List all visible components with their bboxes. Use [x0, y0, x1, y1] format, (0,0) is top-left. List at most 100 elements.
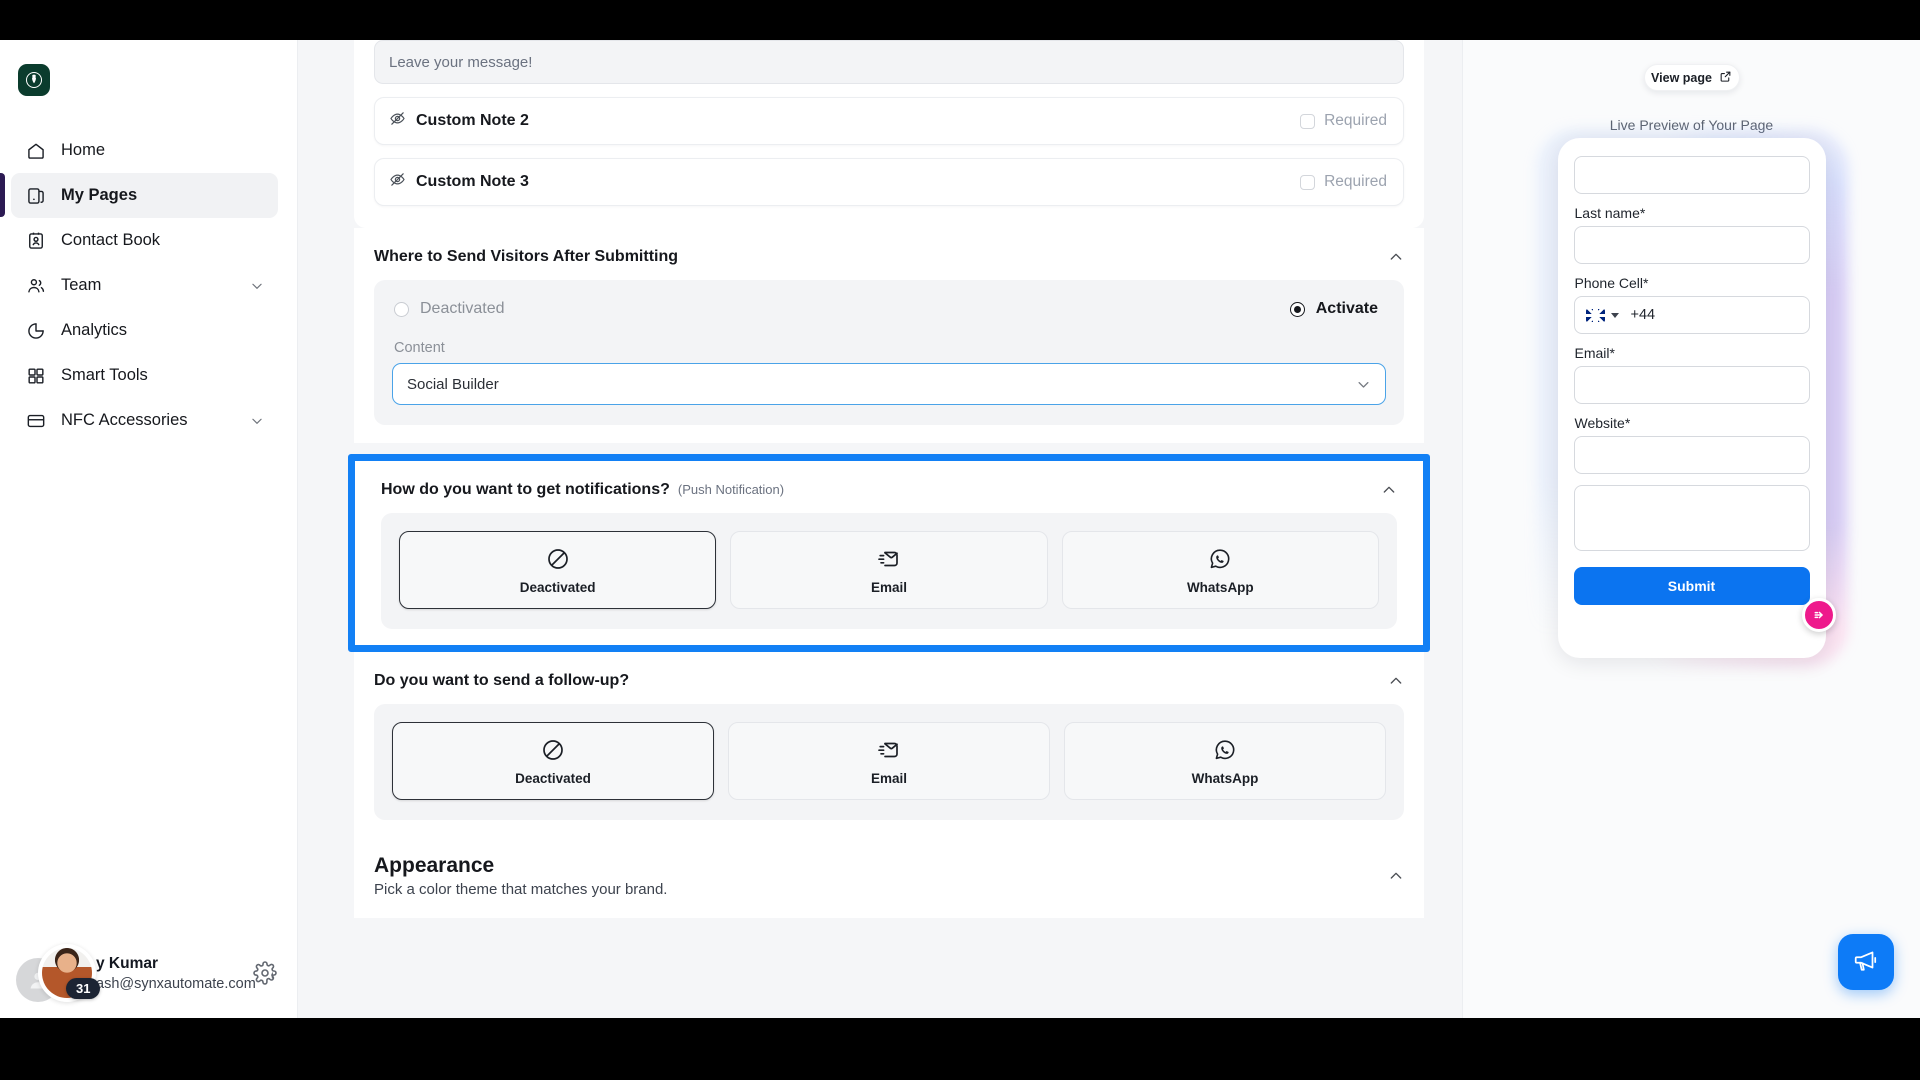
view-page-label: View page: [1651, 70, 1712, 85]
starbucks-logo[interactable]: [18, 64, 50, 96]
chevron-up-icon[interactable]: [1388, 673, 1404, 689]
mail-fast-icon: [876, 737, 902, 763]
preview-submit-button[interactable]: Submit: [1573, 567, 1810, 605]
custom-note-row-3[interactable]: Custom Note 3 Required: [374, 158, 1404, 206]
whatsapp-icon: [1207, 546, 1233, 572]
preview-phone-input[interactable]: +44: [1573, 296, 1810, 334]
radio-button-selected[interactable]: [1289, 301, 1305, 317]
eye-off-icon[interactable]: [389, 110, 406, 132]
section-header[interactable]: Where to Send Visitors After Submitting: [374, 228, 1404, 280]
sidebar-item-smart-tools[interactable]: Smart Tools: [11, 353, 278, 398]
radio-label: Deactivated: [420, 300, 505, 317]
ban-icon: [540, 737, 566, 763]
section-header[interactable]: Appearance Pick a color theme that match…: [374, 840, 1404, 898]
sidebar-item-label: Team: [61, 276, 102, 294]
followup-choices-panel: Deactivated Email WhatsApp: [374, 704, 1404, 820]
preview-message-textarea[interactable]: [1573, 485, 1810, 551]
preview-website-input[interactable]: [1573, 436, 1810, 474]
message-input[interactable]: Leave your message!: [374, 40, 1404, 84]
custom-note-row-2[interactable]: Custom Note 2 Required: [374, 97, 1404, 145]
user-profile[interactable]: 31 y Kumar ash@synxautomate.com: [0, 944, 297, 1004]
external-link-icon: [1719, 70, 1732, 86]
preview-last-name-label: Last name*: [1574, 205, 1646, 221]
custom-notes-card: Leave your message! Custom Note 2 Requir…: [354, 40, 1424, 228]
analytics-icon: [25, 320, 46, 341]
required-checkbox[interactable]: [1300, 174, 1316, 190]
section-title: How do you want to get notifications? (P…: [381, 481, 784, 499]
uk-flag-icon[interactable]: [1585, 308, 1605, 322]
content-select-value: Social Builder: [407, 375, 499, 393]
sidebar-item-label: Analytics: [61, 321, 128, 339]
radio-button[interactable]: [394, 301, 409, 317]
profile-text: y Kumar ash@synxautomate.com: [96, 954, 256, 994]
view-page-button[interactable]: View page: [1643, 64, 1740, 91]
sidebar-item-analytics[interactable]: Analytics: [11, 308, 278, 353]
notifications-subtitle: (Push Notification): [677, 482, 785, 497]
content-label: Content: [394, 340, 445, 356]
radio-deactivated[interactable]: Deactivated: [394, 300, 505, 318]
required-toggle[interactable]: Required: [1300, 173, 1387, 191]
preview-phone-prefix: +44: [1630, 307, 1656, 323]
chevron-down-icon[interactable]: [1610, 312, 1619, 318]
sidebar-item-label: NFC Accessories: [61, 411, 188, 429]
redirect-panel: Deactivated Activate Content Social Buil…: [374, 280, 1404, 425]
preview-submit-label: Submit: [1667, 578, 1716, 594]
radio-activate[interactable]: Activate: [1289, 300, 1378, 318]
section-header[interactable]: How do you want to get notifications? (P…: [381, 461, 1397, 513]
chevron-up-icon[interactable]: [1388, 868, 1404, 884]
active-indicator-bar: [0, 173, 5, 217]
required-toggle[interactable]: Required: [1300, 112, 1387, 130]
note-left: Custom Note 2: [389, 110, 529, 132]
arrow-right-circle-icon[interactable]: [1801, 598, 1836, 632]
scroll-container[interactable]: Leave your message! Custom Note 2 Requir…: [298, 40, 1462, 918]
content-select[interactable]: Social Builder: [392, 363, 1386, 405]
eye-off-icon[interactable]: [389, 171, 406, 193]
note-title: Custom Note 3: [416, 173, 529, 190]
profile-email: ash@synxautomate.com: [96, 976, 256, 992]
sidebar-item-label: Smart Tools: [61, 366, 148, 384]
appearance-section: Appearance Pick a color theme that match…: [354, 840, 1424, 918]
chevron-down-icon[interactable]: [250, 414, 264, 428]
app-window: Home My Pages Contact Book Team Analytic…: [0, 40, 1920, 1018]
announcement-widget-button[interactable]: [1838, 934, 1894, 990]
choice-label: Deactivated: [515, 770, 591, 786]
sidebar-item-nfc-accessories[interactable]: NFC Accessories: [11, 398, 278, 443]
choice-label: Email: [870, 770, 908, 786]
chevron-down-icon[interactable]: [1356, 377, 1371, 392]
notification-count-badge: 31: [66, 978, 101, 999]
notification-choice-email[interactable]: Email: [730, 531, 1048, 609]
note-left: Custom Note 3: [389, 171, 529, 193]
preview-first-field[interactable]: [1573, 156, 1810, 194]
followup-choice-whatsapp[interactable]: WhatsApp: [1064, 722, 1386, 800]
profile-name: y Kumar: [96, 955, 159, 972]
notification-choice-whatsapp[interactable]: WhatsApp: [1061, 531, 1379, 609]
sidebar-nav: Home My Pages Contact Book Team Analytic…: [0, 128, 297, 443]
followup-choice-email[interactable]: Email: [728, 722, 1050, 800]
choice-label: WhatsApp: [1191, 770, 1259, 786]
chevron-up-icon[interactable]: [1388, 249, 1404, 265]
preview-last-name-input[interactable]: [1573, 226, 1810, 264]
section-title: Where to Send Visitors After Submitting: [374, 248, 679, 265]
preview-website-label: Website*: [1574, 415, 1631, 431]
sidebar-item-my-pages[interactable]: My Pages: [11, 173, 278, 218]
main-content: Leave your message! Custom Note 2 Requir…: [298, 40, 1462, 1018]
sidebar-item-home[interactable]: Home: [11, 128, 278, 173]
logo-container: [0, 40, 297, 96]
section-title: Do you want to send a follow-up?: [374, 672, 630, 689]
sidebar-item-contact-book[interactable]: Contact Book: [11, 218, 278, 263]
preview-email-input[interactable]: [1573, 366, 1810, 404]
followup-choice-deactivated[interactable]: Deactivated: [392, 722, 714, 800]
gear-icon[interactable]: [253, 961, 279, 987]
nfc-card-icon: [25, 410, 46, 431]
preview-phone-label: Phone Cell*: [1574, 275, 1649, 291]
sidebar-item-label: Home: [61, 141, 106, 159]
chevron-up-icon[interactable]: [1381, 482, 1397, 498]
megaphone-icon: [1853, 947, 1879, 978]
chevron-down-icon[interactable]: [250, 279, 264, 293]
notification-choices-panel: Deactivated Email WhatsApp: [381, 513, 1397, 629]
section-header[interactable]: Do you want to send a follow-up?: [374, 652, 1404, 704]
notification-choice-deactivated[interactable]: Deactivated: [399, 531, 717, 609]
required-checkbox[interactable]: [1300, 113, 1316, 129]
followup-section: Do you want to send a follow-up? Deactiv…: [354, 652, 1424, 840]
sidebar-item-team[interactable]: Team: [11, 263, 278, 308]
